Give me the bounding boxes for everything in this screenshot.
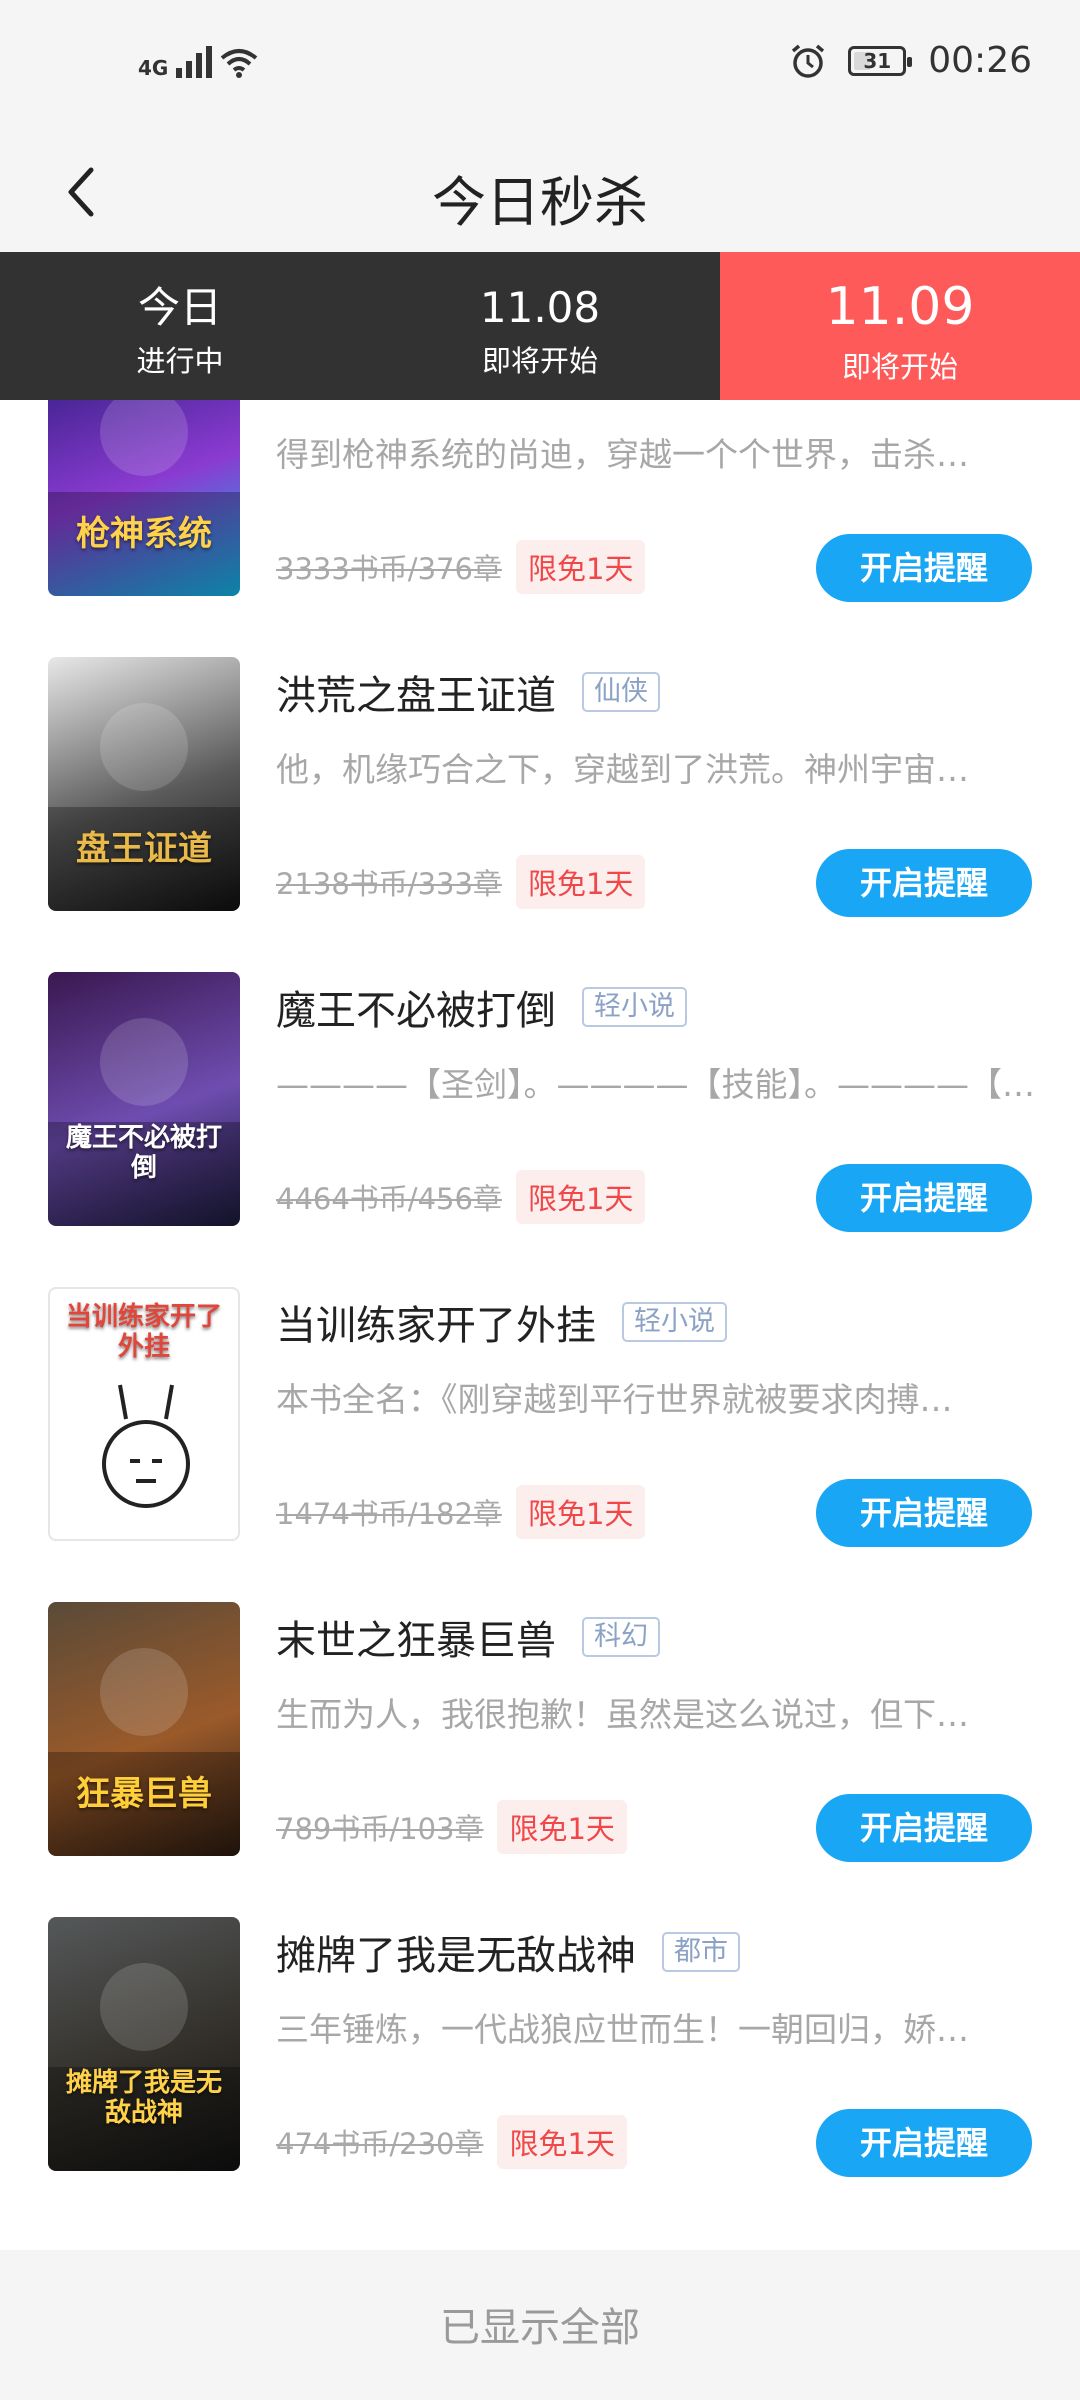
enable-reminder-button[interactable]: 开启提醒	[816, 1164, 1032, 1232]
book-title: 摊牌了我是无敌战神 都市	[276, 1923, 740, 1981]
network-type: 4G	[138, 56, 169, 80]
date-tabs: 今日 进行中 11.08 即将开始 11.09 即将开始	[0, 252, 1080, 414]
price-row: 789书币/103章 限免1天	[276, 1800, 627, 1854]
book-description: 他，机缘巧合之下，穿越到了洪荒。神州宇宙…	[276, 750, 969, 789]
cover-art-icon	[48, 1648, 240, 1856]
genre-tag: 都市	[662, 1931, 740, 1973]
book-list-item[interactable]: 魔王不必被打倒 魔王不必被打倒 轻小说 ————【圣剑】。————【技能】。——…	[0, 908, 1080, 1232]
book-description: 本书全名：《刚穿越到平行世界就被要求肉搏…	[276, 1380, 953, 1419]
tab-today[interactable]: 今日 进行中	[0, 252, 360, 400]
alarm-clock-icon	[792, 44, 825, 78]
signal-strength-icon	[176, 42, 213, 78]
page-title: 今日秒杀	[432, 171, 648, 234]
book-cover-image[interactable]: 狂暴巨兽	[48, 1602, 240, 1856]
original-price: 3333书币/376章	[276, 552, 502, 586]
book-list-item[interactable]: 狂暴巨兽 末世之狂暴巨兽 科幻 生而为人，我很抱歉！虽然是这么说过，但下… 78…	[0, 1538, 1080, 1862]
tab-1108[interactable]: 11.08 即将开始	[360, 252, 720, 400]
wifi-icon	[221, 49, 258, 78]
cover-art-icon	[48, 400, 240, 596]
free-badge: 限免1天	[515, 1170, 646, 1224]
cover-art-icon	[48, 703, 240, 911]
cover-title: 枪神系统	[76, 513, 212, 554]
book-cover-image[interactable]: 摊牌了我是无敌战神	[48, 1917, 240, 2171]
battery-level: 31	[863, 48, 892, 73]
genre-tag: 仙侠	[582, 671, 660, 713]
enable-reminder-button[interactable]: 开启提醒	[816, 849, 1032, 917]
book-description: ————【圣剑】。————【技能】。————【…	[276, 1065, 1035, 1104]
genre-tag: 科幻	[582, 1616, 660, 1658]
book-title: 洪荒之盘王证道 仙侠	[276, 663, 660, 721]
price-row: 1474书币/182章 限免1天	[276, 1485, 646, 1539]
enable-reminder-button[interactable]: 开启提醒	[816, 1479, 1032, 1547]
nav-bar: 今日秒杀	[0, 130, 1080, 252]
price-row: 4464书币/456章 限免1天	[276, 1170, 646, 1224]
cover-title: 盘王证道	[76, 828, 212, 869]
book-title-text: 逆天的枪神系统	[276, 400, 556, 406]
book-cover-image[interactable]: 当训练家开了外挂	[48, 1287, 240, 1541]
cover-title: 当训练家开了外挂	[65, 1302, 222, 1362]
enable-reminder-button[interactable]: 开启提醒	[816, 1794, 1032, 1862]
enable-reminder-button[interactable]: 开启提醒	[816, 2109, 1032, 2177]
tab-status: 即将开始	[841, 349, 958, 384]
book-list: 枪神系统 逆天的枪神系统 科幻 得到枪神系统的尚迪，穿越一个个世界，击杀… 33…	[0, 400, 1080, 2177]
book-title: 末世之狂暴巨兽 科幻	[276, 1608, 660, 1666]
status-right: 31 00:26	[790, 40, 1032, 81]
price-row: 474书币/230章 限免1天	[276, 2115, 627, 2169]
book-title-text: 当训练家开了外挂	[276, 1303, 596, 1349]
tab-1109[interactable]: 11.09 即将开始	[720, 252, 1080, 414]
enable-reminder-button[interactable]: 开启提醒	[816, 534, 1032, 602]
book-title-text: 摊牌了我是无敌战神	[276, 1933, 636, 1979]
free-badge: 限免1天	[497, 2115, 627, 2169]
book-list-item[interactable]: 摊牌了我是无敌战神 摊牌了我是无敌战神 都市 三年锤炼，一代战狼应世而生！一朝回…	[0, 1853, 1080, 2177]
book-title: 魔王不必被打倒 轻小说	[276, 978, 687, 1036]
tab-date: 11.09	[825, 277, 975, 337]
book-list-container[interactable]: 枪神系统 逆天的枪神系统 科幻 得到枪神系统的尚迪，穿越一个个世界，击杀… 33…	[0, 400, 1080, 2250]
free-badge: 限免1天	[515, 540, 646, 594]
book-list-item[interactable]: 盘王证道 洪荒之盘王证道 仙侠 他，机缘巧合之下，穿越到了洪荒。神州宇宙… 21…	[0, 593, 1080, 917]
original-price: 474书币/230章	[276, 2127, 484, 2161]
tab-date: 11.08	[479, 283, 601, 332]
signal-indicators: 4G	[138, 42, 258, 78]
cover-art-icon	[48, 1018, 240, 1226]
original-price: 789书币/103章	[276, 1812, 484, 1846]
free-badge: 限免1天	[515, 855, 646, 909]
tab-status: 即将开始	[481, 344, 598, 379]
book-title: 逆天的枪神系统 科幻	[276, 400, 660, 406]
original-price: 2138书币/333章	[276, 867, 502, 901]
original-price: 4464书币/456章	[276, 1182, 502, 1216]
genre-tag: 轻小说	[622, 1301, 727, 1343]
free-badge: 限免1天	[515, 1485, 646, 1539]
free-badge: 限免1天	[497, 1800, 627, 1854]
cover-art-icon	[48, 1963, 240, 2171]
original-price: 1474书币/182章	[276, 1497, 502, 1531]
all-shown-text: 已显示全部	[440, 2305, 640, 2351]
book-cover-image[interactable]: 枪神系统	[48, 400, 240, 596]
price-row: 3333书币/376章 限免1天	[276, 540, 646, 594]
price-row: 2138书币/333章 限免1天	[276, 855, 646, 909]
book-cover-image[interactable]: 魔王不必被打倒	[48, 972, 240, 1226]
genre-tag: 轻小说	[582, 986, 687, 1028]
book-cover-image[interactable]: 盘王证道	[48, 657, 240, 911]
clock: 00:26	[928, 40, 1032, 81]
status-bar: 4G 31 00:26	[0, 0, 1080, 130]
tab-status: 进行中	[136, 344, 224, 379]
book-title-text: 魔王不必被打倒	[276, 988, 556, 1034]
book-description: 三年锤炼，一代战狼应世而生！一朝回归，娇…	[276, 2010, 969, 2049]
book-title-text: 末世之狂暴巨兽	[276, 1618, 556, 1664]
book-description: 生而为人，我很抱歉！虽然是这么说过，但下…	[276, 1695, 969, 1734]
footer: 已显示全部	[0, 2250, 1080, 2400]
cover-title: 魔王不必被打倒	[65, 1123, 222, 1184]
cover-title: 狂暴巨兽	[76, 1773, 212, 1814]
battery-icon: 31	[848, 45, 913, 76]
book-list-item[interactable]: 枪神系统 逆天的枪神系统 科幻 得到枪神系统的尚迪，穿越一个个世界，击杀… 33…	[0, 400, 1080, 602]
book-title: 当训练家开了外挂 轻小说	[276, 1293, 727, 1351]
cover-title: 摊牌了我是无敌战神	[65, 2068, 222, 2129]
tab-date: 今日	[137, 283, 222, 332]
book-description: 得到枪神系统的尚迪，穿越一个个世界，击杀…	[276, 435, 969, 474]
book-title-text: 洪荒之盘王证道	[276, 673, 556, 719]
book-list-item[interactable]: 当训练家开了外挂 当训练家开了外挂 轻小说 本书全名：《刚穿越到平行世界就被要求…	[0, 1223, 1080, 1547]
